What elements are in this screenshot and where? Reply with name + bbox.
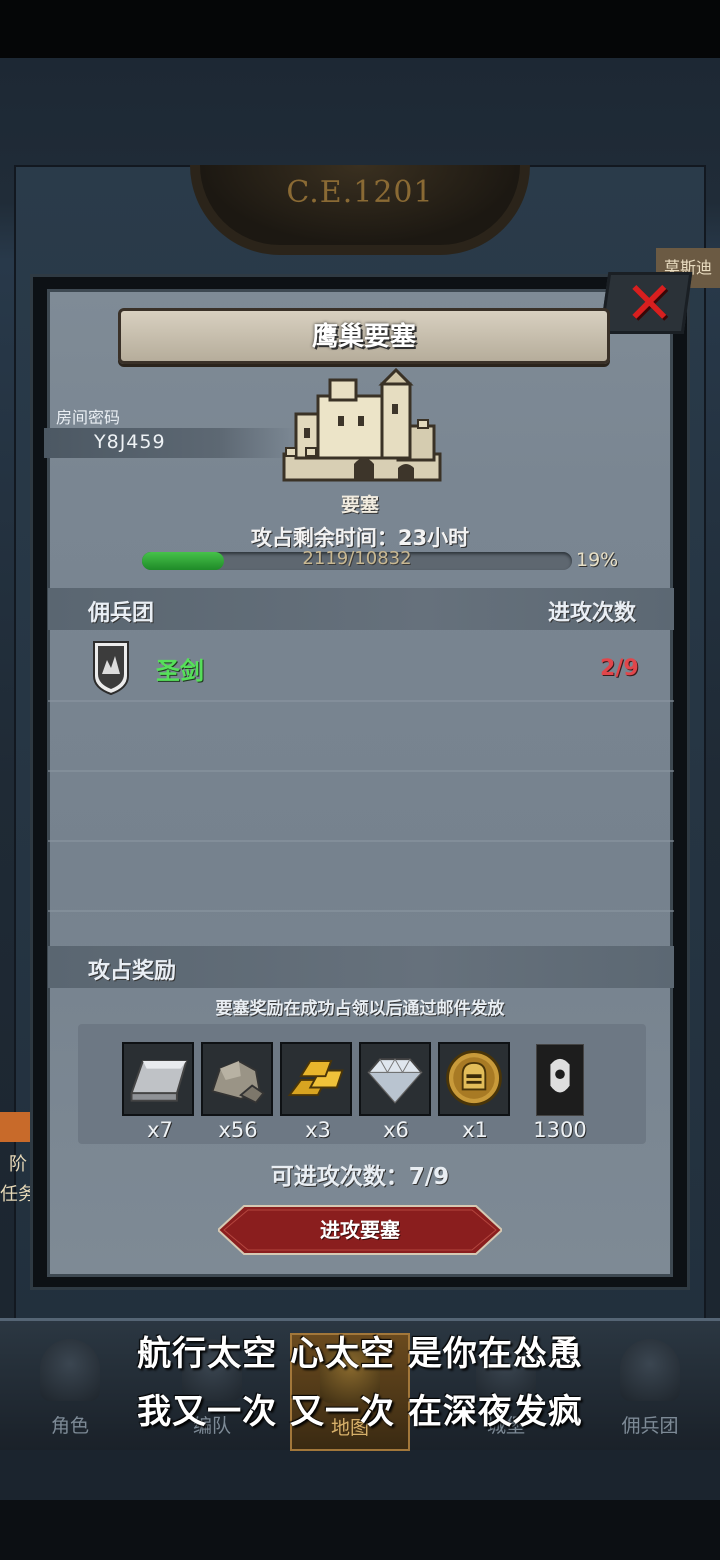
diamond-icon[interactable] xyxy=(359,1042,431,1116)
gold-bars-icon[interactable] xyxy=(280,1042,352,1116)
fortress-type-label: 要塞 xyxy=(340,494,379,516)
row-divider xyxy=(48,910,674,912)
attack-fortress-label: 进攻要塞 xyxy=(320,1218,400,1242)
room-password-label: 房间密码 xyxy=(56,408,121,427)
guild-name[interactable]: 圣剑 xyxy=(156,651,204,686)
row-divider xyxy=(48,700,674,702)
row-divider xyxy=(48,770,674,772)
reward-qty: x56 xyxy=(218,1118,258,1142)
row-divider xyxy=(48,840,674,842)
capture-progress-percent: 19% xyxy=(576,549,619,571)
guild-section-title: 佣兵团 xyxy=(88,601,155,626)
reward-qty: x6 xyxy=(383,1118,409,1142)
guild-shield-icon xyxy=(93,641,129,696)
reward-qty: x3 xyxy=(305,1118,331,1142)
attack-fortress-button[interactable]: 进攻要塞 xyxy=(218,1204,502,1256)
reward-section-title: 攻占奖励 xyxy=(88,959,177,984)
room-password-box xyxy=(44,428,294,458)
guild-attack-count: 2/9 xyxy=(600,656,639,681)
silver-ingot-icon[interactable] xyxy=(122,1042,194,1116)
reward-note: 要塞奖励在成功占领以后通过邮件发放 xyxy=(215,999,505,1019)
subtitle-line-2: 我又一次 又一次 在深夜发疯 xyxy=(137,1392,583,1432)
reward-qty: x7 xyxy=(147,1118,173,1142)
room-password-value[interactable]: Y8J459 xyxy=(94,431,166,453)
reward-qty: 1300 xyxy=(533,1118,587,1142)
available-attacks: 可进攻次数：7/9 xyxy=(270,1164,450,1190)
era-label: C.E.1201 xyxy=(286,175,434,210)
reward-qty: x1 xyxy=(462,1118,488,1142)
close-icon: ✕ xyxy=(625,269,674,337)
fortress-icon xyxy=(282,368,442,482)
attack-count-header: 进攻次数 xyxy=(548,601,637,626)
subtitle-line-1: 航行太空 心太空 是你在怂恿 xyxy=(137,1334,583,1374)
title-banner: 鹰巢要塞 xyxy=(118,308,610,364)
knight-helmet-medal-icon[interactable] xyxy=(438,1042,510,1116)
capture-progress-text: 2119/10832 xyxy=(302,548,412,569)
close-button[interactable]: ✕ xyxy=(599,269,693,337)
dialog-title: 鹰巢要塞 xyxy=(311,322,416,352)
stone-ore-icon[interactable] xyxy=(201,1042,273,1116)
status-bar xyxy=(0,0,720,58)
honor-banner-icon[interactable] xyxy=(536,1044,584,1116)
